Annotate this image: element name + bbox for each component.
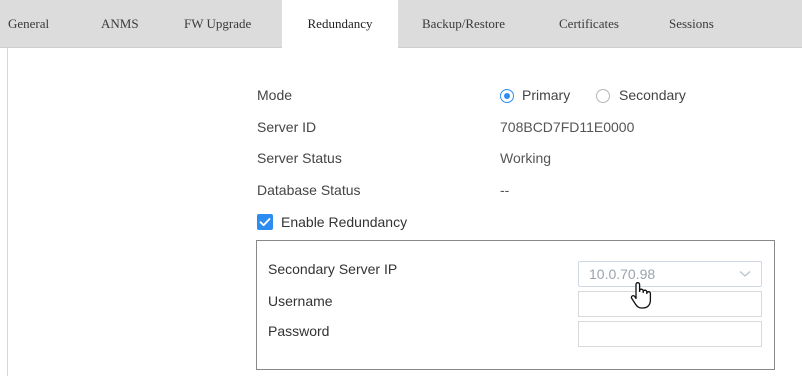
secondary-server-ip-label: Secondary Server IP (268, 261, 398, 277)
password-label: Password (268, 323, 330, 339)
chevron-down-icon (739, 271, 751, 277)
mode-primary-radio[interactable] (500, 89, 514, 103)
tab-backup-restore[interactable]: Backup/Restore (422, 0, 505, 48)
database-status-value: -- (500, 182, 510, 198)
tab-general[interactable]: General (8, 0, 49, 48)
server-status-label: Server Status (257, 150, 342, 166)
secondary-server-ip-value: 10.0.70.98 (589, 266, 656, 282)
username-label: Username (268, 293, 333, 309)
username-input[interactable] (578, 291, 762, 317)
tab-redundancy[interactable]: Redundancy (282, 0, 398, 49)
mode-secondary-radio[interactable] (596, 89, 610, 103)
redundancy-settings-panel: Secondary Server IP 10.0.70.98 Username … (256, 240, 775, 370)
mode-label: Mode (257, 87, 293, 103)
tab-bar: General ANMS FW Upgrade Redundancy Backu… (0, 0, 802, 49)
secondary-server-ip-select[interactable]: 10.0.70.98 (578, 261, 762, 287)
left-divider (0, 48, 8, 376)
check-icon (259, 218, 271, 227)
hand-pointer-icon (630, 282, 652, 309)
tab-certificates[interactable]: Certificates (559, 0, 619, 48)
tab-sessions[interactable]: Sessions (669, 0, 714, 48)
database-status-label: Database Status (257, 182, 361, 198)
server-id-value: 708BCD7FD11E0000 (500, 119, 635, 135)
enable-redundancy-label[interactable]: Enable Redundancy (281, 214, 407, 230)
server-id-label: Server ID (257, 119, 317, 135)
password-input[interactable] (578, 321, 762, 347)
tab-anms[interactable]: ANMS (101, 0, 139, 48)
mode-secondary-label[interactable]: Secondary (619, 87, 686, 103)
mode-primary-label[interactable]: Primary (522, 87, 570, 103)
enable-redundancy-checkbox[interactable] (257, 214, 273, 230)
server-status-value: Working (500, 150, 552, 166)
tab-fw-upgrade[interactable]: FW Upgrade (184, 0, 251, 48)
